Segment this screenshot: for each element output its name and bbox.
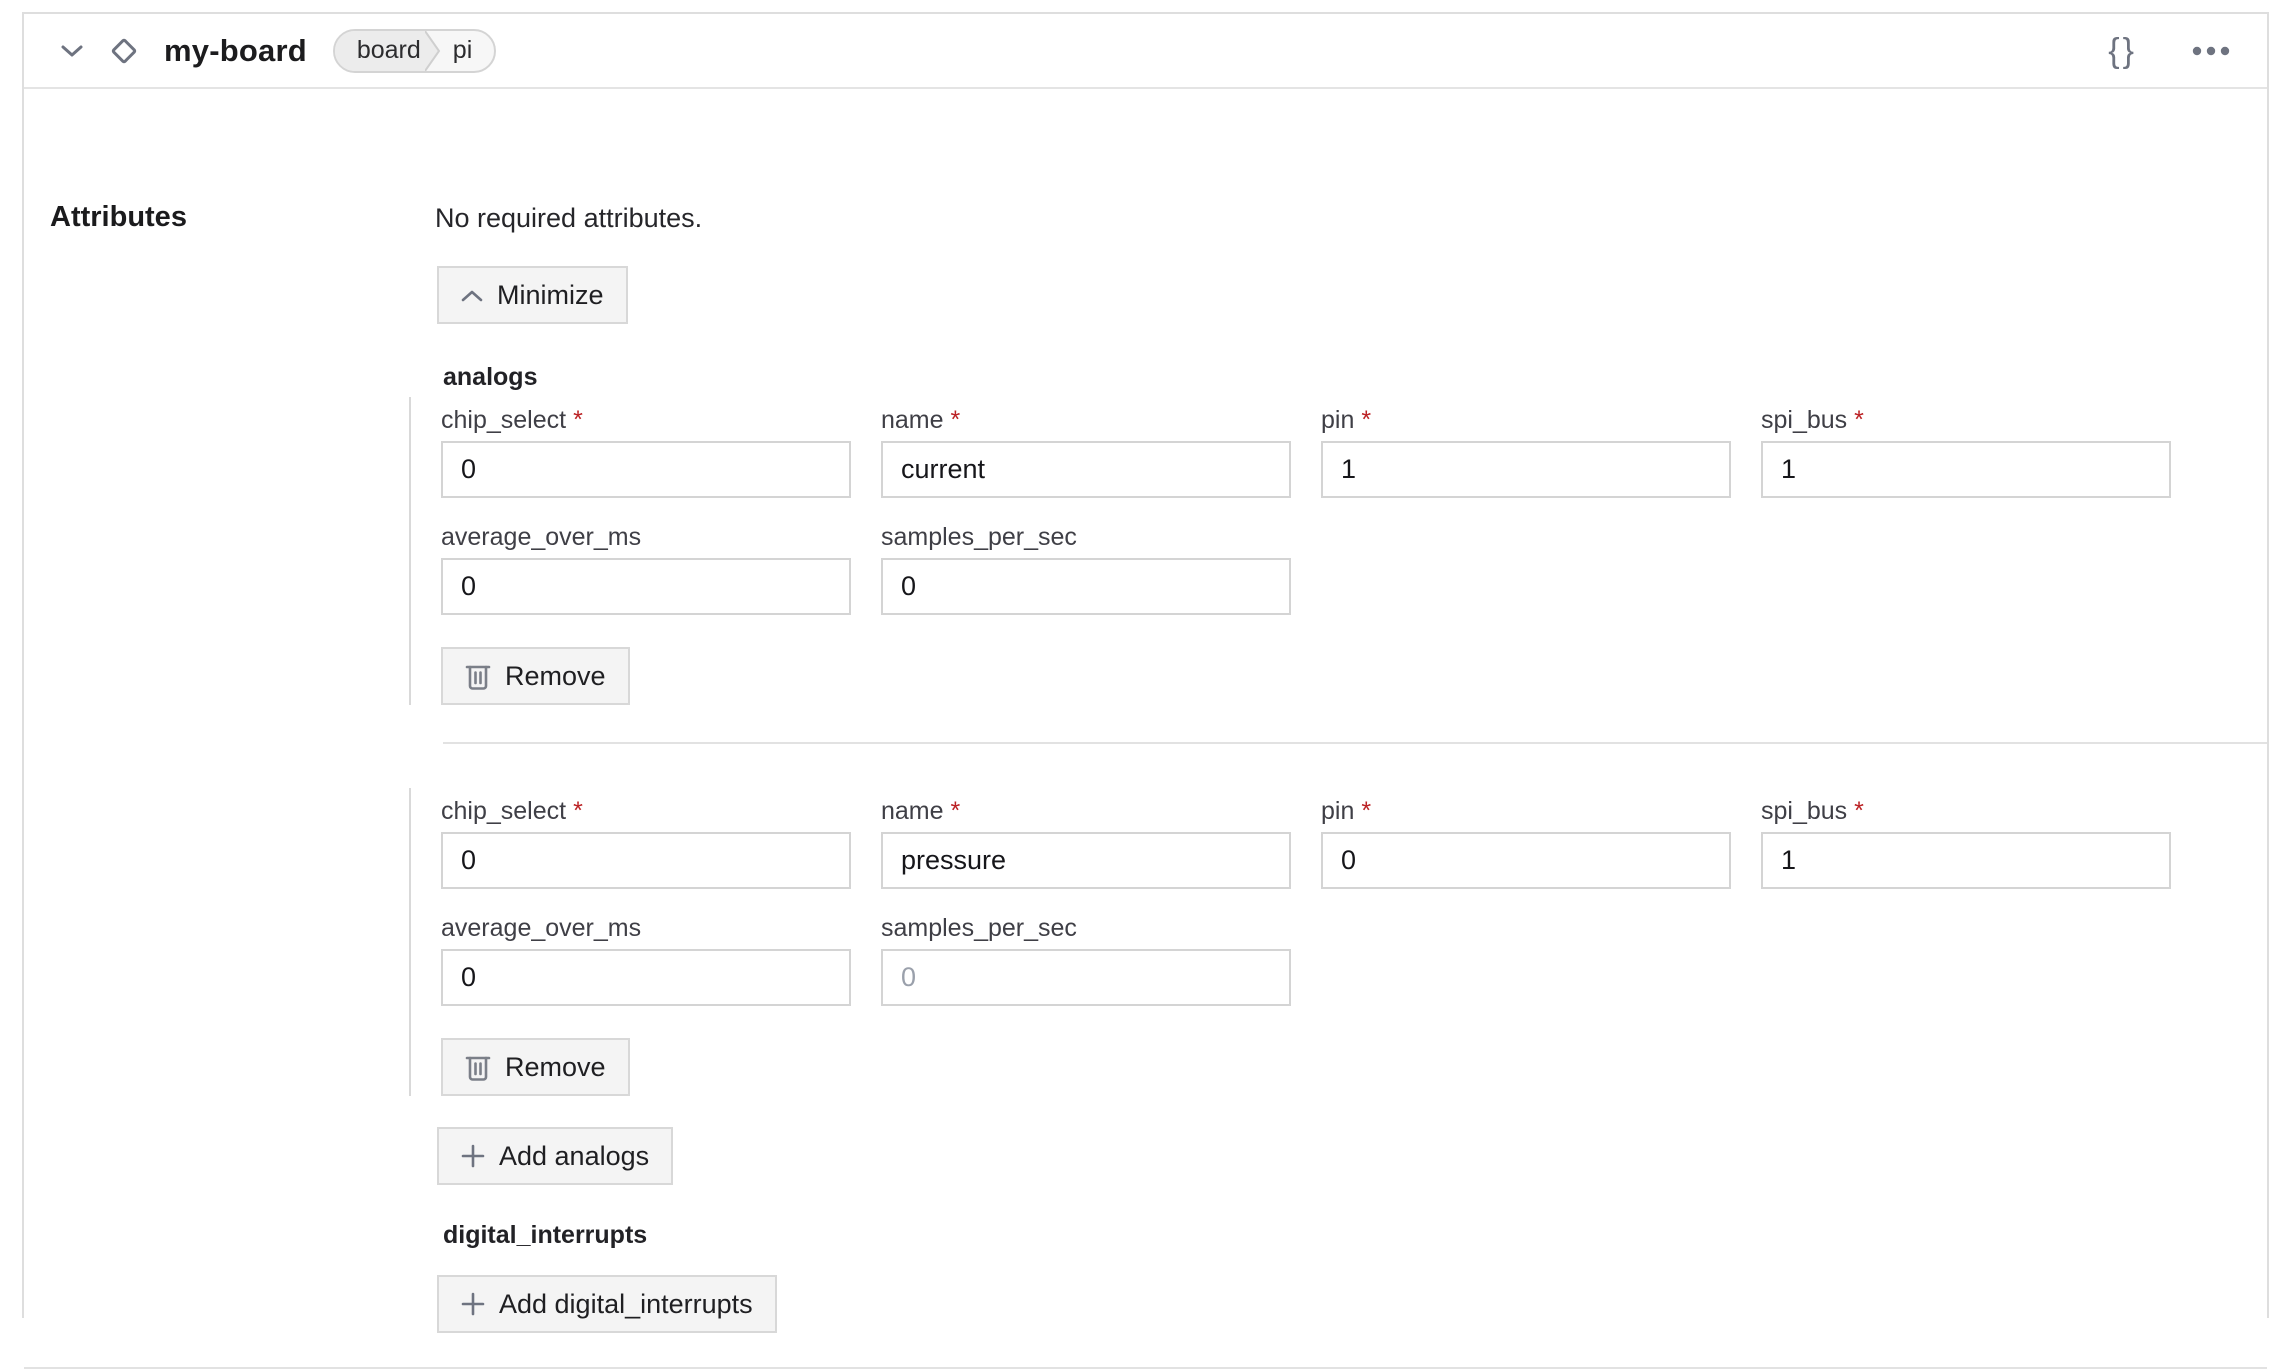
samples-per-sec-input[interactable] (881, 558, 1291, 615)
analog-fields-row: average_over_ms samples_per_sec (441, 915, 2279, 1006)
pin-input[interactable] (1321, 832, 1731, 889)
required-asterisk: * (951, 797, 961, 825)
spi-bus-input[interactable] (1761, 832, 2171, 889)
remove-button-label: Remove (505, 661, 606, 692)
field-spi-bus: spi_bus* (1761, 407, 2171, 498)
required-asterisk: * (951, 406, 961, 434)
analog-items-divider (443, 742, 2267, 744)
minimize-button-label: Minimize (497, 280, 604, 311)
remove-button-label: Remove (505, 1052, 606, 1083)
field-samples-per-sec: samples_per_sec (881, 915, 1291, 1006)
analog-fields-row: chip_select* name* pin* spi_bus* (441, 798, 2279, 889)
field-label: name* (881, 407, 1291, 433)
field-label: samples_per_sec (881, 915, 1291, 941)
field-pin: pin* (1321, 798, 1731, 889)
field-chip-select: chip_select* (441, 407, 851, 498)
plus-icon (461, 1292, 485, 1316)
field-label: average_over_ms (441, 915, 851, 941)
component-type-tag: board (335, 31, 425, 71)
field-label: pin* (1321, 407, 1731, 433)
component-type-model-pill: board pi (333, 29, 496, 73)
average-over-ms-input[interactable] (441, 949, 851, 1006)
trash-icon (465, 661, 491, 691)
component-card: my-board board pi {} Attributes No requi… (22, 12, 2269, 1318)
minimize-button[interactable]: Minimize (437, 266, 628, 324)
name-input[interactable] (881, 832, 1291, 889)
field-chip-select: chip_select* (441, 798, 851, 889)
attributes-panel: Attributes No required attributes. Minim… (24, 89, 2267, 1318)
digital-interrupts-group-label: digital_interrupts (443, 1221, 647, 1250)
field-label: spi_bus* (1761, 798, 2171, 824)
add-analogs-button[interactable]: Add analogs (437, 1127, 673, 1185)
remove-row: Remove (441, 1038, 2279, 1096)
more-options-button[interactable] (2185, 39, 2237, 63)
add-analogs-button-label: Add analogs (499, 1141, 649, 1172)
analog-item: chip_select* name* pin* spi_bus* (409, 788, 2279, 1096)
field-name: name* (881, 407, 1291, 498)
ellipsis-icon (2191, 45, 2231, 57)
required-asterisk: * (1361, 406, 1371, 434)
name-input[interactable] (881, 441, 1291, 498)
analogs-group-label: analogs (443, 363, 537, 392)
analog-item: chip_select* name* pin* spi_bus* (409, 397, 2279, 705)
required-asterisk: * (1854, 797, 1864, 825)
required-asterisk: * (573, 406, 583, 434)
collapse-toggle-button[interactable] (56, 40, 88, 62)
component-model-tag: pi (447, 31, 494, 71)
field-label: spi_bus* (1761, 407, 2171, 433)
analog-fields-row: average_over_ms samples_per_sec (441, 524, 2279, 615)
chevron-down-icon (60, 44, 84, 58)
diamond-icon (106, 33, 142, 69)
chevron-up-icon (461, 289, 483, 302)
remove-row: Remove (441, 647, 2279, 705)
required-asterisk: * (1361, 797, 1371, 825)
header-actions: {} (2108, 34, 2237, 68)
field-label: chip_select* (441, 407, 851, 433)
component-card-header: my-board board pi {} (24, 14, 2267, 89)
chip-select-input[interactable] (441, 832, 851, 889)
field-label: average_over_ms (441, 524, 851, 550)
field-name: name* (881, 798, 1291, 889)
pill-chevron-divider-icon (425, 31, 447, 71)
analog-fields-row: chip_select* name* pin* spi_bus* (441, 407, 2279, 498)
field-label: samples_per_sec (881, 524, 1291, 550)
field-label: name* (881, 798, 1291, 824)
plus-icon (461, 1144, 485, 1168)
chip-select-input[interactable] (441, 441, 851, 498)
add-digital-interrupts-button[interactable]: Add digital_interrupts (437, 1275, 777, 1333)
required-asterisk: * (1854, 406, 1864, 434)
field-label: chip_select* (441, 798, 851, 824)
field-samples-per-sec: samples_per_sec (881, 524, 1291, 615)
samples-per-sec-input[interactable] (881, 949, 1291, 1006)
remove-analog-button[interactable]: Remove (441, 647, 630, 705)
attributes-section-heading: Attributes (50, 201, 187, 234)
json-mode-toggle-button[interactable]: {} (2108, 34, 2137, 68)
spi-bus-input[interactable] (1761, 441, 2171, 498)
no-required-attributes-note: No required attributes. (435, 203, 702, 234)
average-over-ms-input[interactable] (441, 558, 851, 615)
component-name-title: my-board (164, 33, 307, 69)
component-type-icon-wrap (106, 33, 142, 69)
add-digital-interrupts-button-label: Add digital_interrupts (499, 1289, 753, 1320)
trash-icon (465, 1052, 491, 1082)
field-label: pin* (1321, 798, 1731, 824)
field-pin: pin* (1321, 407, 1731, 498)
field-average-over-ms: average_over_ms (441, 915, 851, 1006)
field-spi-bus: spi_bus* (1761, 798, 2171, 889)
pin-input[interactable] (1321, 441, 1731, 498)
field-average-over-ms: average_over_ms (441, 524, 851, 615)
required-asterisk: * (573, 797, 583, 825)
remove-analog-button[interactable]: Remove (441, 1038, 630, 1096)
